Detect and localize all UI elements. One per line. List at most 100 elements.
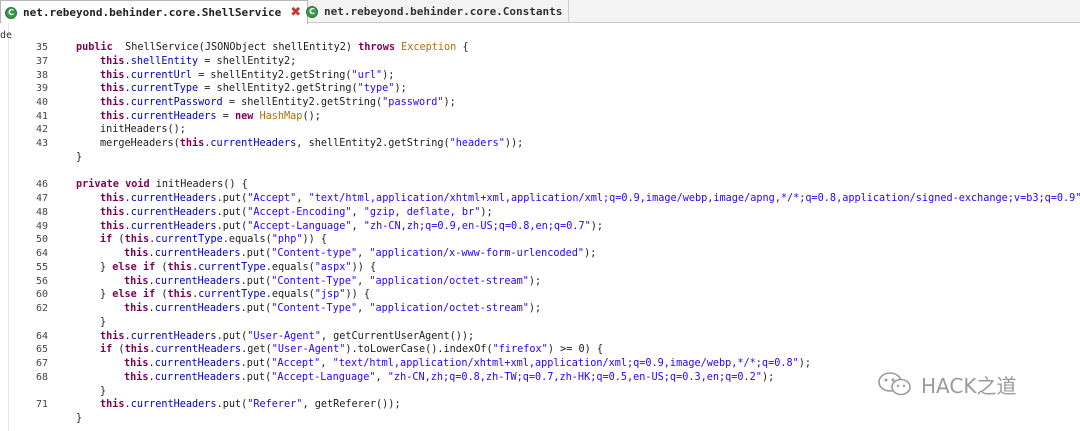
code-token: currentType bbox=[198, 262, 266, 273]
editor-tab-bar: C net.rebeyond.behinder.core.ShellServic… bbox=[0, 0, 1080, 24]
code-token: this bbox=[124, 248, 149, 259]
line-number: 49 bbox=[35, 221, 48, 232]
code-token: HashMap bbox=[253, 111, 303, 122]
code-token: currentHeaders bbox=[154, 276, 241, 287]
line-number: 39 bbox=[35, 83, 48, 94]
code-line: 50 if (this.currentType.equals("php")) { bbox=[0, 233, 1080, 246]
code-token: shellEntity bbox=[130, 56, 199, 67]
code-token: (); bbox=[302, 111, 321, 122]
code-line: } bbox=[0, 151, 1080, 164]
code-token: ); bbox=[528, 276, 542, 287]
code-token: currentHeaders bbox=[154, 303, 241, 314]
code-text: this.currentHeaders.put("Accept-Language… bbox=[124, 371, 774, 384]
code-token: currentHeaders bbox=[154, 248, 241, 259]
code-token: "Content-type" bbox=[271, 248, 358, 259]
code-text: this.currentType = shellEntity2.getStrin… bbox=[100, 82, 407, 95]
code-text: this.currentHeaders.put("Content-type", … bbox=[124, 247, 596, 260]
code-token: .put( bbox=[240, 372, 272, 383]
code-token: = shellEntity2.getString( bbox=[198, 83, 358, 94]
line-number: 47 bbox=[35, 193, 48, 204]
code-token: ( bbox=[155, 262, 168, 273]
code-token: } bbox=[100, 386, 107, 397]
code-token: , bbox=[320, 358, 333, 369]
code-token: "type" bbox=[357, 83, 395, 94]
line-number: 38 bbox=[35, 70, 48, 81]
code-token: .equals( bbox=[265, 262, 315, 273]
code-line: 46 private void initHeaders() { bbox=[0, 178, 1080, 191]
code-token: "application/octet-stream" bbox=[369, 276, 529, 287]
code-line: 37 this.shellEntity = shellEntity2; bbox=[0, 55, 1080, 68]
code-token: , bbox=[357, 248, 370, 259]
code-line: } bbox=[0, 412, 1080, 425]
code-line: 38 this.currentUrl = shellEntity2.getStri… bbox=[0, 69, 1080, 82]
code-text: } bbox=[100, 316, 106, 329]
tab-constants[interactable]: C net.rebeyond.behinder.core.Constants bbox=[302, 0, 570, 23]
code-token: } bbox=[100, 289, 113, 300]
code-token: "Referer" bbox=[247, 399, 303, 410]
code-token: ); bbox=[761, 372, 775, 383]
code-token: else bbox=[112, 262, 137, 273]
code-token: else bbox=[112, 289, 137, 300]
code-token: currentHeaders bbox=[130, 221, 217, 232]
code-token: )) { bbox=[351, 262, 377, 273]
code-token: currentHeaders bbox=[130, 193, 217, 204]
close-icon[interactable]: ✖ bbox=[290, 6, 301, 19]
code-token: if bbox=[142, 289, 156, 300]
code-token: = shellEntity2; bbox=[198, 56, 297, 67]
tab-label: net.rebeyond.behinder.core.ShellService bbox=[23, 6, 282, 19]
code-token: throws bbox=[358, 42, 395, 53]
code-token: "Accept" bbox=[247, 193, 297, 204]
code-token: "Content-Type" bbox=[271, 303, 358, 314]
code-token: initHeaders(); bbox=[100, 124, 186, 135]
code-token: , bbox=[351, 207, 364, 218]
code-text: } else if (this.currentType.equals("aspx… bbox=[100, 261, 376, 274]
code-token: this bbox=[124, 303, 149, 314]
code-token: "Content-Type" bbox=[271, 276, 358, 287]
code-token: .put( bbox=[216, 221, 248, 232]
watermark: HACK之道 bbox=[877, 370, 1016, 398]
code-token: )) { bbox=[345, 289, 370, 300]
line-number: 43 bbox=[35, 138, 48, 149]
code-token: this bbox=[124, 372, 149, 383]
code-text: this.currentHeaders.put("User-Agent", ge… bbox=[100, 330, 474, 343]
code-text: mergeHeaders(this.currentHeaders, shellE… bbox=[100, 137, 523, 150]
code-line: 48 this.currentHeaders.put("Accept-Encodi… bbox=[0, 206, 1080, 219]
code-token: "jsp" bbox=[314, 289, 346, 300]
code-text: private void initHeaders() { bbox=[76, 178, 248, 191]
line-number: 56 bbox=[35, 276, 48, 287]
code-token: "zh-CN,zh;q=0.9,en-US;q=0.8,en;q=0.7" bbox=[363, 221, 591, 232]
code-token: this bbox=[100, 97, 125, 108]
code-token: "Accept-Encoding" bbox=[247, 207, 352, 218]
code-token: currentType bbox=[198, 289, 266, 300]
code-line: 56 this.currentHeaders.put("Content-Type"… bbox=[0, 275, 1080, 288]
code-token: currentPassword bbox=[130, 97, 223, 108]
code-token: currentUrl bbox=[130, 70, 193, 81]
code-token: "Accept-Language" bbox=[247, 221, 352, 232]
code-token: "Accept-Language" bbox=[271, 372, 376, 383]
code-token: currentHeaders bbox=[155, 344, 242, 355]
code-token: this bbox=[100, 331, 125, 342]
code-token: currentHeaders bbox=[130, 207, 217, 218]
code-token: , bbox=[357, 276, 370, 287]
line-number: 41 bbox=[35, 111, 48, 122]
code-line: 55} else if (this.currentType.equals("as… bbox=[0, 261, 1080, 274]
wechat-icon bbox=[878, 372, 911, 396]
code-text: if (this.currentType.equals("php")) { bbox=[100, 233, 327, 246]
code-token: ); bbox=[480, 207, 493, 218]
class-file-icon: C bbox=[306, 5, 318, 18]
code-token: ); bbox=[394, 83, 407, 94]
code-token: this bbox=[124, 358, 149, 369]
code-token: "text/html,application/xhtml+xml,applica… bbox=[332, 358, 799, 369]
code-token: = shellEntity2.getString( bbox=[222, 97, 383, 108]
code-token: } bbox=[100, 262, 113, 273]
tab-shellservice[interactable]: C net.rebeyond.behinder.core.ShellServic… bbox=[0, 0, 309, 24]
code-token: ); bbox=[590, 221, 604, 232]
code-line: 43 mergeHeaders(this.currentHeaders, shel… bbox=[0, 137, 1080, 150]
code-token: "User-Agent" bbox=[247, 331, 321, 342]
code-token: this bbox=[124, 276, 149, 287]
code-token: this bbox=[100, 193, 125, 204]
code-text: this.currentHeaders.put("Accept", "text/… bbox=[124, 357, 811, 370]
code-token: this bbox=[100, 399, 125, 410]
code-text: this.currentHeaders.put("Accept-Language… bbox=[100, 220, 603, 233]
line-number: 62 bbox=[35, 303, 48, 314]
